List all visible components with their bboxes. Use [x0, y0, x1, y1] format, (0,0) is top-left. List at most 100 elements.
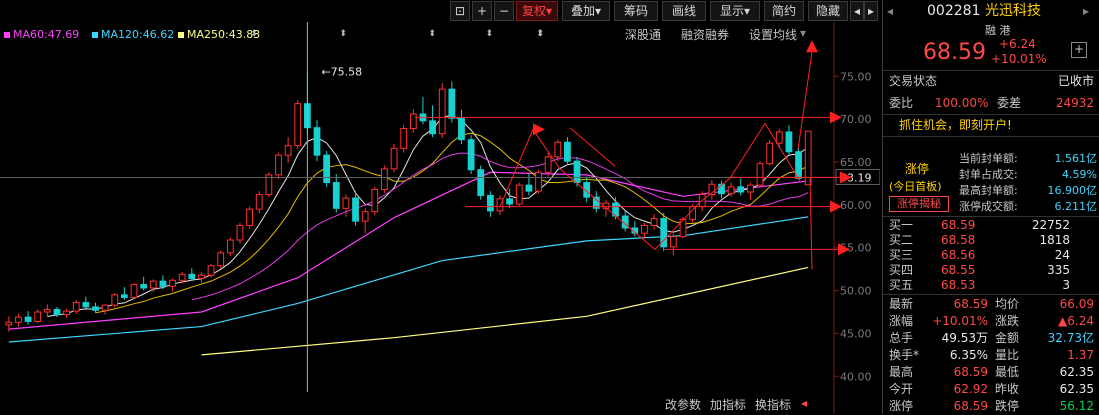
chips-button[interactable]: 筹码 [614, 1, 658, 21]
stat-label: 今开 [889, 382, 914, 396]
stat-value: 68.59 [953, 365, 988, 379]
add-watchlist-button[interactable]: + [1071, 42, 1087, 58]
margin-link[interactable]: 融资融券 [681, 26, 729, 43]
expand-icon[interactable]: ◂ [801, 396, 807, 410]
stock-terminal: ⊡ + − 复权▾ 叠加▾ 筹码 画线 显示▾ 简约 隐藏 ◂ ▸ 75.00 7… [0, 0, 1099, 414]
promo-banner[interactable]: 抓住机会，即刻开户! [883, 116, 1099, 134]
candle-down [188, 273, 196, 280]
candle-up [727, 186, 735, 195]
candle-up [101, 304, 109, 311]
candle-up [130, 284, 138, 298]
drawn-arrow-icon [806, 40, 818, 53]
stat-row: 最新 68.59 均价 66.09 [883, 296, 1099, 313]
candle-up [34, 311, 42, 322]
candle-up [554, 141, 562, 158]
stat-label: 最高 [889, 365, 914, 379]
candle-up [390, 147, 398, 170]
candle-up [63, 310, 70, 316]
bid-row[interactable]: 买三 68.56 24 [883, 248, 1099, 263]
stat-value: 62.35 [1059, 382, 1094, 396]
candle-down [323, 154, 331, 184]
candle-down [352, 197, 359, 222]
draw-line-button[interactable]: 画线 [662, 1, 706, 21]
kline-chart[interactable]: 75.00 70.00 65.00 60.00 55.00 50.00 45.00 40.00… [0, 22, 880, 414]
menu-icon[interactable]: ◂ [887, 2, 893, 20]
stat-value: 32.73亿 [1047, 331, 1094, 345]
bid-row[interactable]: 买五 68.53 3 [883, 278, 1099, 293]
candle-up [535, 171, 542, 192]
overlay-button[interactable]: 叠加▾ [562, 1, 610, 21]
candle-down [564, 141, 571, 162]
bid-price: 68.55 [941, 263, 976, 277]
candle-up [747, 184, 754, 193]
prev-arrow-icon[interactable]: ◂ [850, 1, 864, 21]
bid-volume: 1818 [1039, 233, 1070, 247]
stat-value: 66.09 [1059, 297, 1094, 311]
divider [883, 294, 1099, 295]
ma250-line [201, 266, 809, 356]
bid-row[interactable]: 买四 68.55 335 [883, 263, 1099, 278]
hide-button[interactable]: 隐藏 [808, 1, 848, 21]
candle-up [544, 156, 552, 173]
stat-label: 最新 [889, 297, 914, 311]
candle-up [515, 184, 523, 205]
bid-price: 68.53 [941, 278, 976, 292]
lock-icon[interactable]: ⊡ [450, 1, 470, 21]
quote-panel: ◂ 002281 光迅科技 ▸ 融 港 68.59 +6.24 +10.01% … [882, 0, 1099, 414]
stock-code: 002281 [927, 3, 981, 19]
candle-up [775, 131, 783, 144]
stat-label: 跌停 [995, 399, 1020, 413]
candle-up [400, 128, 408, 149]
ma-settings-link[interactable]: 设置均线 [749, 26, 797, 43]
candle-down [332, 182, 340, 209]
switch-indicator-link[interactable]: 换指标 [755, 396, 791, 413]
event-marker-icon: ⬍ [486, 29, 494, 39]
zoom-out-icon[interactable]: − [494, 1, 514, 21]
add-indicator-link[interactable]: 加指标 [710, 396, 746, 413]
candle-up [217, 252, 225, 267]
candle-up [111, 294, 119, 306]
bid-volume: 24 [1054, 248, 1070, 262]
simple-button[interactable]: 简约 [764, 1, 804, 21]
zoom-in-icon[interactable]: + [472, 1, 492, 21]
quote-header: ◂ 002281 光迅科技 ▸ [883, 2, 1099, 22]
candle-up [5, 321, 13, 326]
next-arrow-icon[interactable]: ▸ [864, 1, 878, 21]
candle-up [236, 224, 244, 241]
bid-volume: 22752 [1031, 218, 1070, 232]
candle-down [120, 294, 128, 298]
stat-row: 今开 62.92 昨收 62.35 [883, 381, 1099, 398]
bid-row[interactable]: 买二 68.58 1818 [883, 233, 1099, 248]
sz-connect-link[interactable]: 深股通 [625, 26, 661, 43]
stat-label: 量比 [995, 348, 1020, 362]
stat-label: 总手 [889, 331, 914, 345]
bid-row[interactable]: 买一 68.59 22752 [883, 218, 1099, 233]
ma120-line [8, 216, 809, 343]
ma-settings-dropdown-icon[interactable]: ▾ [800, 26, 806, 40]
candle-up [641, 224, 648, 234]
candle-up [371, 188, 379, 213]
drawn-drop-line [809, 177, 813, 270]
stat-value: 68.59 [953, 297, 988, 311]
ma10-line [95, 132, 809, 314]
status-row: 交易状态 已收市 [889, 74, 1094, 88]
candle-up [342, 197, 350, 209]
candle-down [92, 306, 99, 311]
candle-down [458, 117, 465, 141]
bid-label: 买二 [889, 233, 914, 247]
stat-value: 62.35 [1059, 365, 1094, 379]
peak-price-label: ←75.58 [321, 65, 362, 78]
next-stock-icon[interactable]: ▸ [1083, 2, 1089, 20]
display-button[interactable]: 显示▾ [710, 1, 760, 21]
event-marker-icon: ⬍ [339, 29, 347, 39]
candle-up [438, 88, 446, 135]
price-block: 68.59 +6.24 +10.01% + [883, 37, 1099, 68]
fuquan-button[interactable]: 复权▾ [516, 1, 558, 21]
bid-label: 买三 [889, 248, 914, 262]
limit-up-reveal-button[interactable]: 涨停揭秘 [889, 196, 949, 212]
candle-up [361, 211, 369, 222]
y-tick-label: 50.00 [840, 285, 872, 298]
stat-row: 涨停 68.59 跌停 56.12 [883, 398, 1099, 415]
edit-params-link[interactable]: 改参数 [665, 396, 701, 413]
ma20-line [191, 152, 809, 301]
